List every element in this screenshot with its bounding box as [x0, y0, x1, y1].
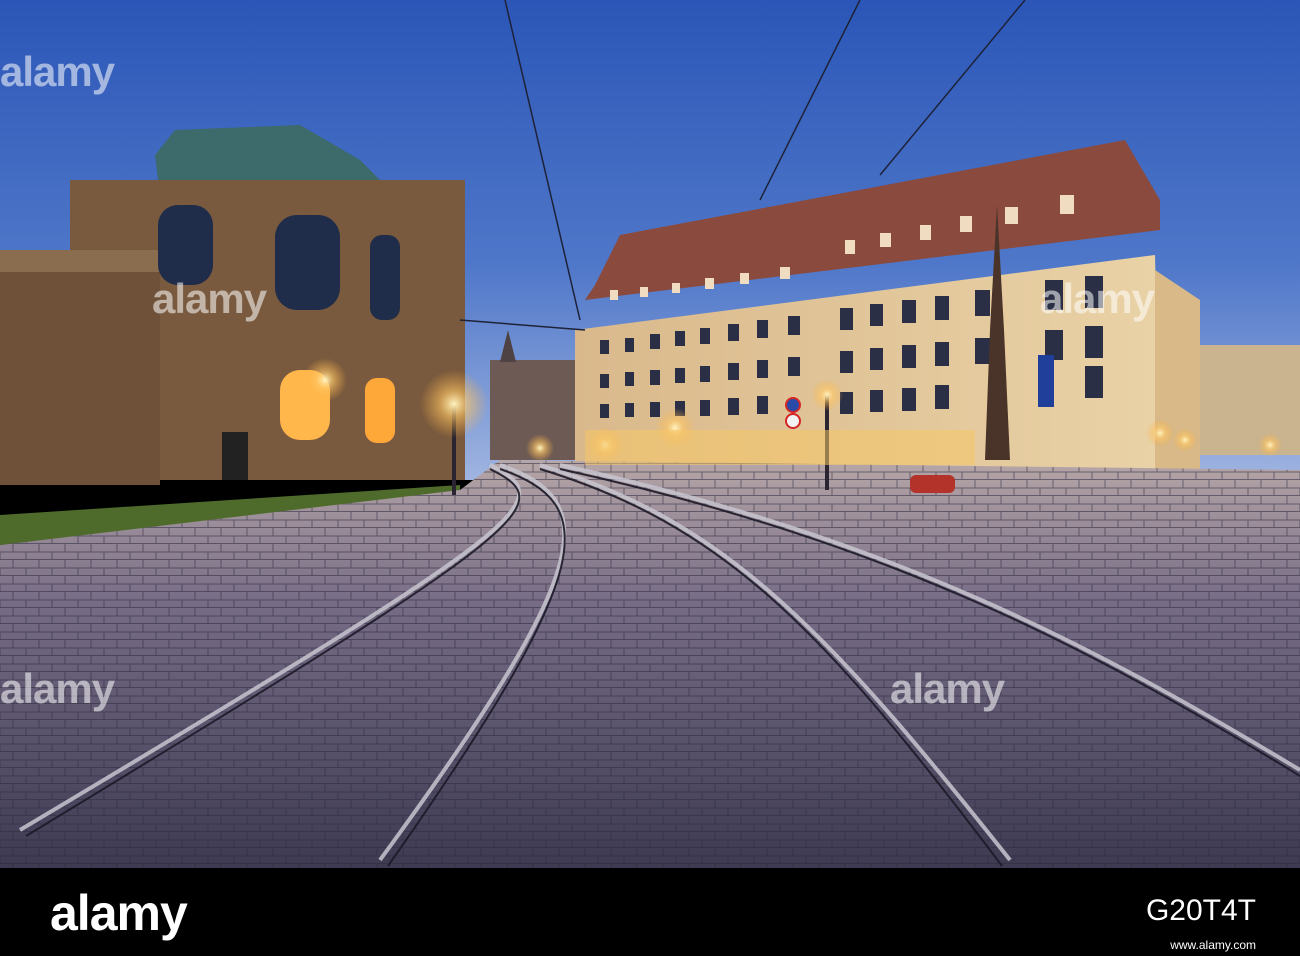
watermark-text: alamy [0, 48, 115, 95]
watermark-text: alamy [152, 275, 267, 322]
photo-scene [0, 0, 1300, 868]
no-parking-sign [785, 397, 801, 413]
image-id: G20T4T [1145, 894, 1256, 927]
pavilion-window-2 [275, 215, 340, 310]
info-board [222, 432, 248, 480]
balustrade [0, 250, 165, 272]
stock-photo: alamy alamy alamy alamy alamy alamy G20T… [0, 0, 1300, 956]
alamy-logo: alamy [50, 885, 188, 941]
stock-footer: alamy G20T4T www.alamy.com [0, 868, 1300, 956]
watermark-text: alamy [890, 665, 1005, 712]
distant-building-right [1200, 345, 1300, 455]
footer-url: www.alamy.com [1170, 938, 1256, 952]
info-sign [1038, 355, 1054, 407]
gallery-wall [0, 270, 160, 485]
pavilion-window-3 [370, 235, 400, 320]
scooter [910, 475, 955, 493]
hotel-ground-floor-lights [585, 430, 975, 465]
watermark-text: alamy [0, 665, 115, 712]
speed-limit-sign [785, 413, 801, 429]
pavilion-arch-lit-2 [365, 378, 395, 443]
pavilion-window-1 [158, 205, 213, 285]
watermark-text: alamy [1040, 275, 1155, 322]
